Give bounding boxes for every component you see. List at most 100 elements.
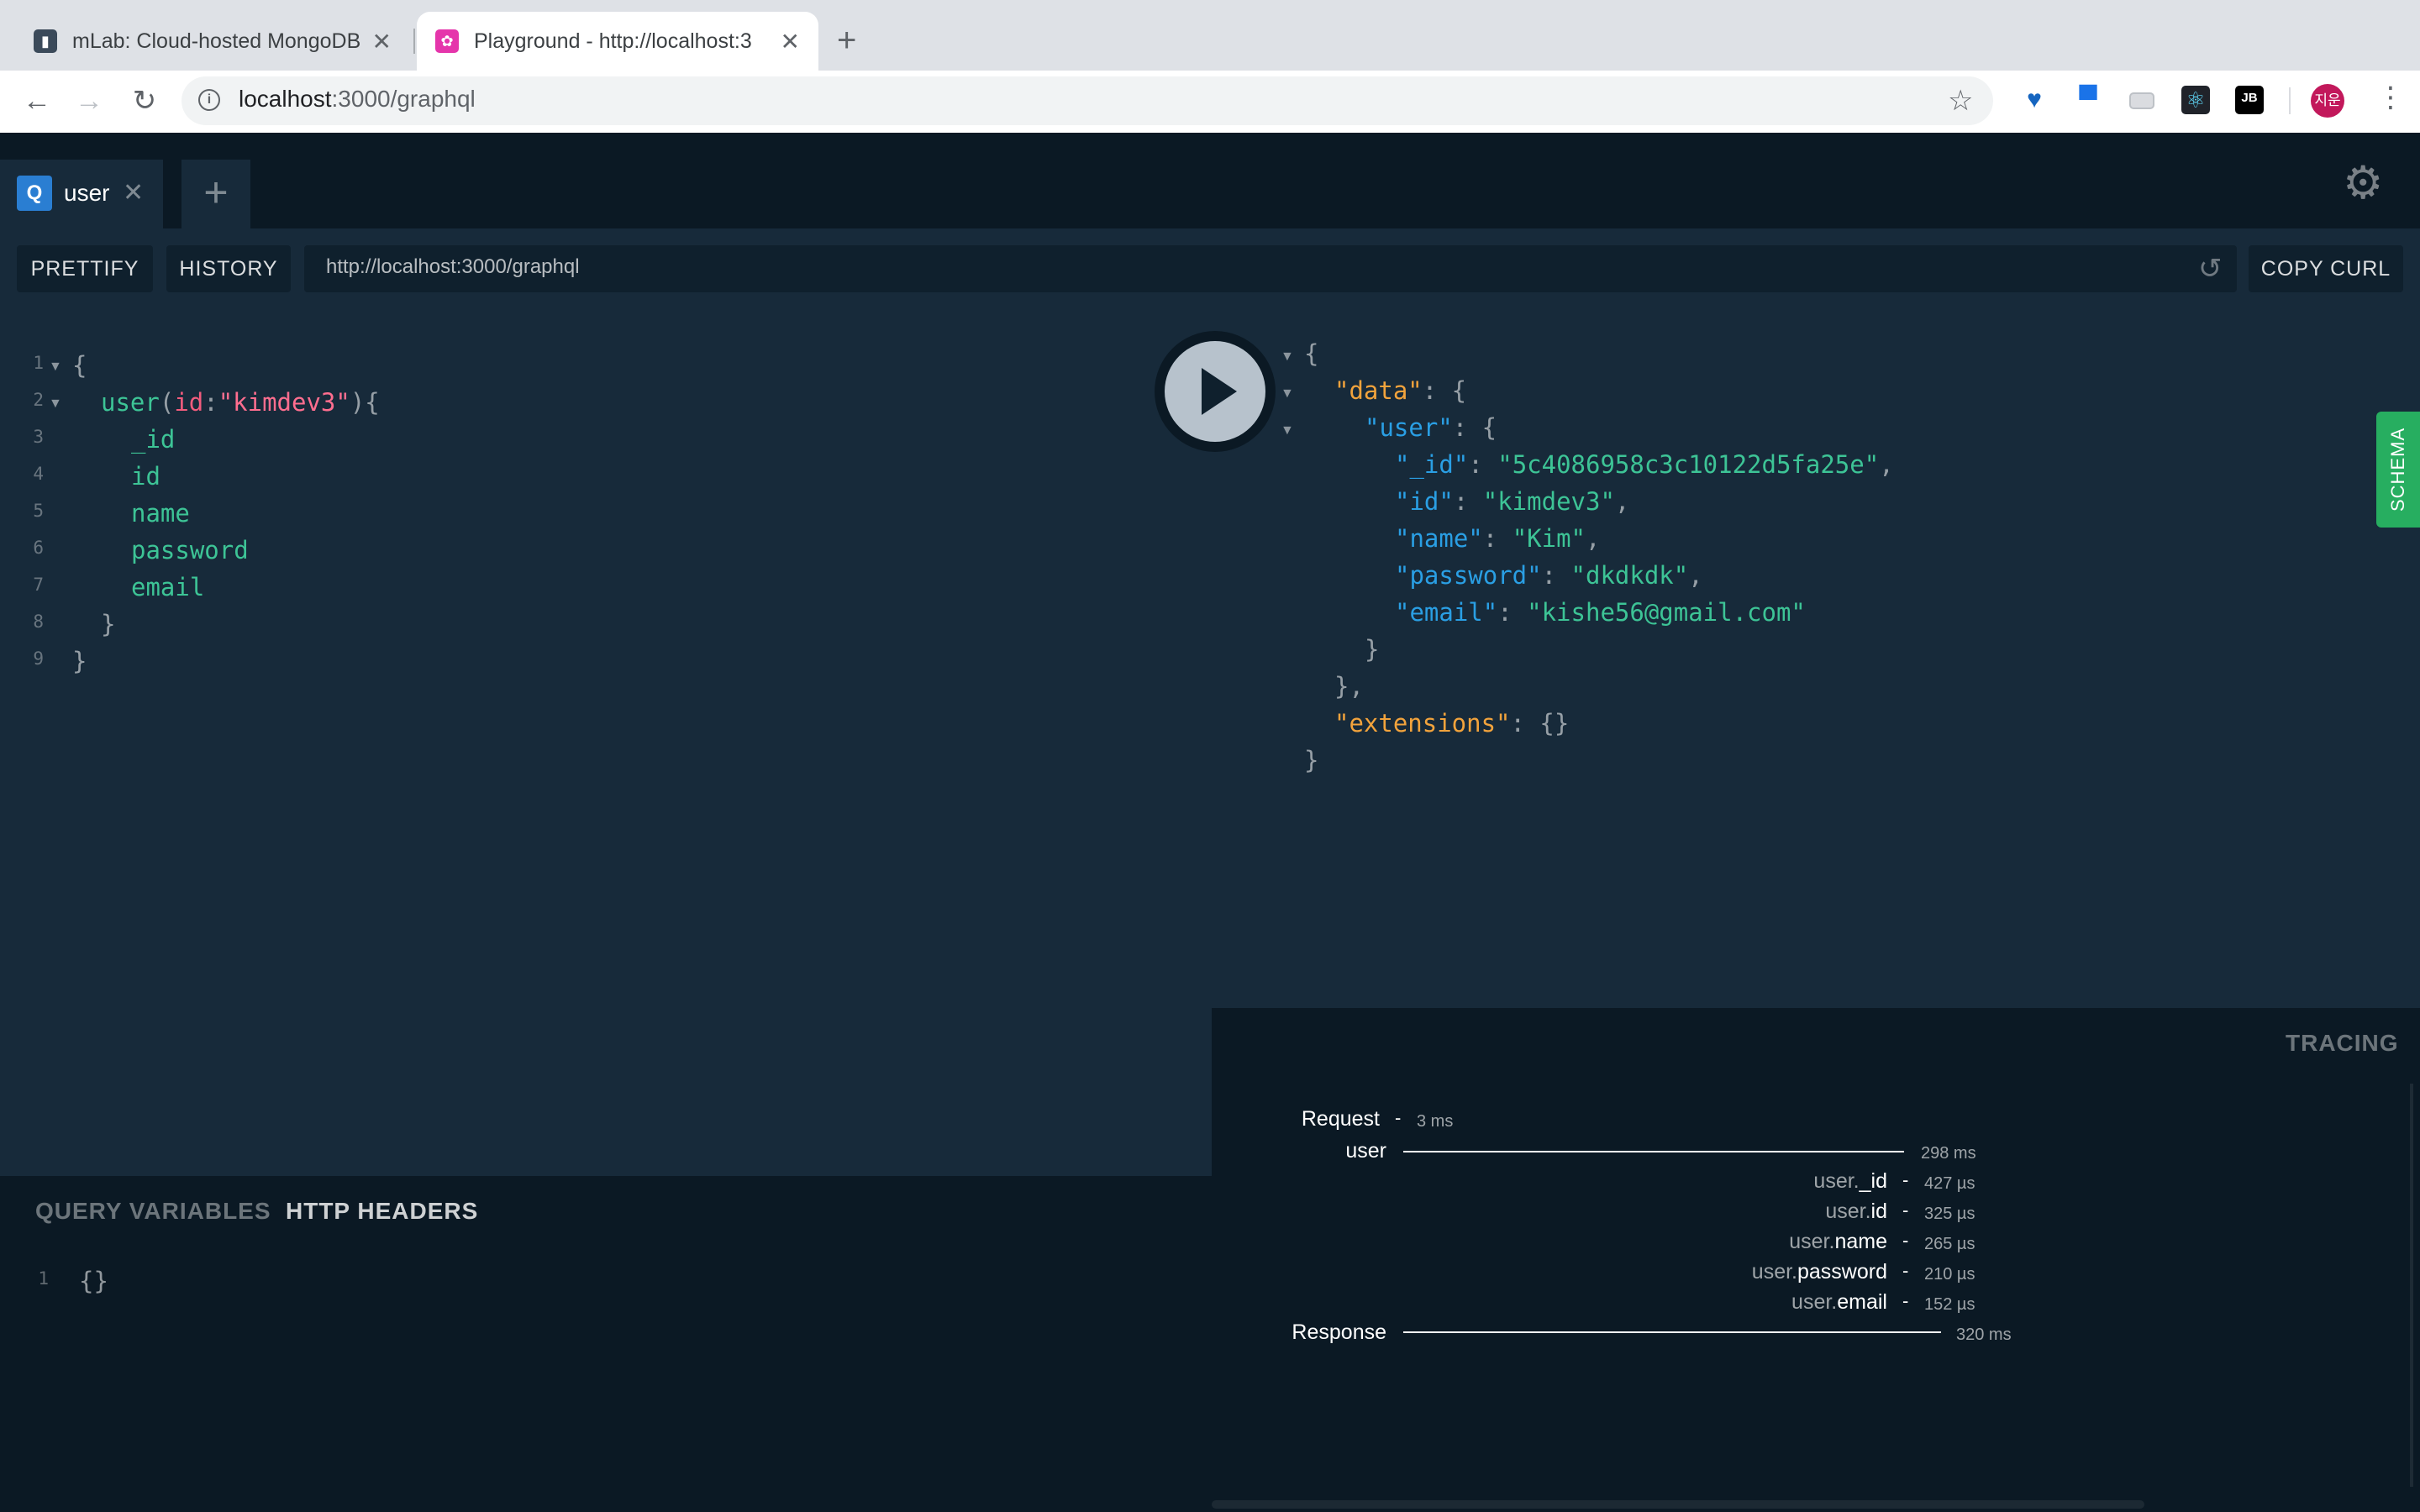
trace-request-label: Request: [1301, 1107, 1380, 1131]
fold-arrow-icon[interactable]: ▼: [1281, 349, 1294, 365]
trace-field-label: user.password: [1681, 1260, 1887, 1284]
close-tab-icon[interactable]: ✕: [781, 28, 800, 55]
close-icon[interactable]: ✕: [123, 178, 144, 207]
fold-arrow-icon[interactable]: ▼: [1281, 386, 1294, 402]
trace-dash: -: [1902, 1200, 1909, 1221]
json-data-line: "data": {: [1334, 376, 1466, 405]
json-value: "kishe56@gmail.com": [1527, 598, 1806, 627]
tracing-title[interactable]: TRACING: [2286, 1030, 2399, 1057]
url-text[interactable]: localhost:3000/graphql: [239, 86, 476, 113]
endpoint-input[interactable]: [304, 245, 2237, 292]
json-comma: ,: [1879, 450, 1894, 479]
trace-field-name: id: [1870, 1200, 1887, 1223]
json-key-extensions: "extensions": [1334, 709, 1511, 738]
trace-dash: -: [1395, 1107, 1402, 1128]
trace-field-prefix: user.: [1825, 1200, 1871, 1223]
trace-field-label: user.email: [1681, 1290, 1887, 1315]
line-number: 5: [33, 501, 44, 521]
reload-button[interactable]: ↻: [126, 82, 163, 119]
query-field-name: user: [101, 388, 160, 417]
json-colon-brace: : {: [1422, 376, 1467, 405]
trace-dash: -: [1902, 1260, 1909, 1281]
trace-dash: -: [1902, 1290, 1909, 1311]
playground-tabbar: [0, 133, 2420, 228]
query-field: password: [131, 536, 249, 564]
trace-field-time: 210 µs: [1924, 1265, 1975, 1284]
close-tab-icon[interactable]: ✕: [372, 28, 392, 55]
argument-value: "kimdev3": [218, 388, 350, 417]
reload-schema-icon[interactable]: ↺: [2198, 252, 2223, 286]
line-number: 3: [33, 427, 44, 447]
json-open-brace: {: [1304, 339, 1319, 368]
extension-card-icon[interactable]: [2129, 92, 2154, 109]
trace-field-prefix: user.: [1813, 1169, 1860, 1193]
trace-response-time: 320 ms: [1956, 1326, 2012, 1344]
copy-curl-button[interactable]: COPY CURL: [2249, 245, 2403, 292]
browser-tab-playground[interactable]: ✿ Playground - http://localhost:3 ✕: [417, 12, 818, 71]
browser-tab-title: Playground - http://localhost:3: [474, 29, 752, 53]
url-path: :3000/graphql: [331, 86, 476, 112]
bookmark-star-icon[interactable]: ☆: [1948, 84, 1973, 118]
tracing-scrollbar[interactable]: [2410, 1084, 2413, 1487]
line-number: 6: [33, 538, 44, 558]
history-button[interactable]: HISTORY: [166, 245, 291, 292]
json-value: "Kim": [1512, 524, 1586, 553]
trace-field-label: user._id: [1681, 1169, 1887, 1194]
line-number: 7: [33, 575, 44, 595]
trace-field-name: email: [1837, 1290, 1887, 1314]
json-key: "id": [1395, 487, 1454, 516]
json-field-line: "email": "kishe56@gmail.com": [1395, 598, 1806, 627]
fold-arrow-icon[interactable]: ▼: [49, 360, 62, 375]
json-key: "email": [1395, 598, 1498, 627]
query-editor[interactable]: [0, 316, 1212, 1176]
prettify-button[interactable]: PRETTIFY: [17, 245, 153, 292]
add-tab-button[interactable]: +: [182, 160, 250, 228]
back-button[interactable]: ←: [18, 82, 55, 119]
variables-editor[interactable]: {}: [79, 1267, 108, 1295]
line-number: 2: [33, 390, 44, 410]
tab-http-headers[interactable]: HTTP HEADERS: [286, 1198, 478, 1225]
tab-query-variables[interactable]: QUERY VARIABLES: [35, 1198, 271, 1225]
new-tab-button[interactable]: +: [837, 20, 856, 60]
json-field-line: "name": "Kim",: [1395, 524, 1601, 553]
extension-presentation-icon[interactable]: ▀: [2074, 86, 2102, 114]
code-open-brace: {: [72, 351, 87, 380]
profile-avatar[interactable]: 지운: [2311, 84, 2344, 118]
tracing-horizontal-scrollbar[interactable]: [1212, 1500, 2144, 1509]
site-info-icon[interactable]: i: [198, 89, 220, 111]
json-key-user: "user": [1365, 413, 1453, 442]
line-number: 4: [33, 464, 44, 484]
toolbar-separator: [2289, 87, 2291, 114]
line-number: 1: [33, 353, 44, 373]
code-paren-brace: ){: [350, 388, 380, 417]
fold-arrow-icon[interactable]: ▼: [1281, 423, 1294, 438]
trace-response-label: Response: [1292, 1320, 1386, 1344]
code-close-brace: }: [72, 647, 87, 675]
graphql-favicon-icon: ✿: [435, 29, 459, 53]
extension-vue-icon[interactable]: ♥: [2020, 86, 2049, 114]
extension-jetbrains-icon[interactable]: JB: [2235, 86, 2264, 114]
query-field: name: [131, 499, 190, 528]
browser-menu-icon[interactable]: ⋮: [2376, 81, 2405, 114]
playground-tab-label[interactable]: user: [64, 180, 109, 207]
trace-field-label: user.name: [1681, 1230, 1887, 1254]
json-extensions-line: "extensions": {}: [1334, 709, 1569, 738]
code-paren: (: [159, 388, 175, 417]
query-field: email: [131, 573, 205, 601]
trace-field-name: _id: [1859, 1169, 1887, 1193]
json-comma: ,: [1586, 524, 1601, 553]
trace-field-time: 325 µs: [1924, 1205, 1975, 1223]
browser-tab-mlab[interactable]: ▮ mLab: Cloud-hosted MongoDB ✕: [15, 12, 410, 71]
json-key: "name": [1395, 524, 1483, 553]
extension-react-icon[interactable]: ⚛: [2181, 86, 2210, 114]
fold-arrow-icon[interactable]: ▼: [49, 396, 62, 412]
browser-tab-title: mLab: Cloud-hosted MongoDB: [72, 29, 361, 53]
json-extensions-value: : {}: [1510, 709, 1570, 738]
schema-tab-label[interactable]: SCHEMA: [2376, 412, 2420, 528]
line-number: 8: [33, 612, 44, 632]
gear-icon[interactable]: ⚙: [2343, 156, 2383, 209]
trace-field-label: user.id: [1681, 1200, 1887, 1224]
trace-field-name: name: [1834, 1230, 1887, 1253]
forward-button[interactable]: →: [71, 82, 108, 119]
json-close-brace: }: [1365, 635, 1380, 664]
